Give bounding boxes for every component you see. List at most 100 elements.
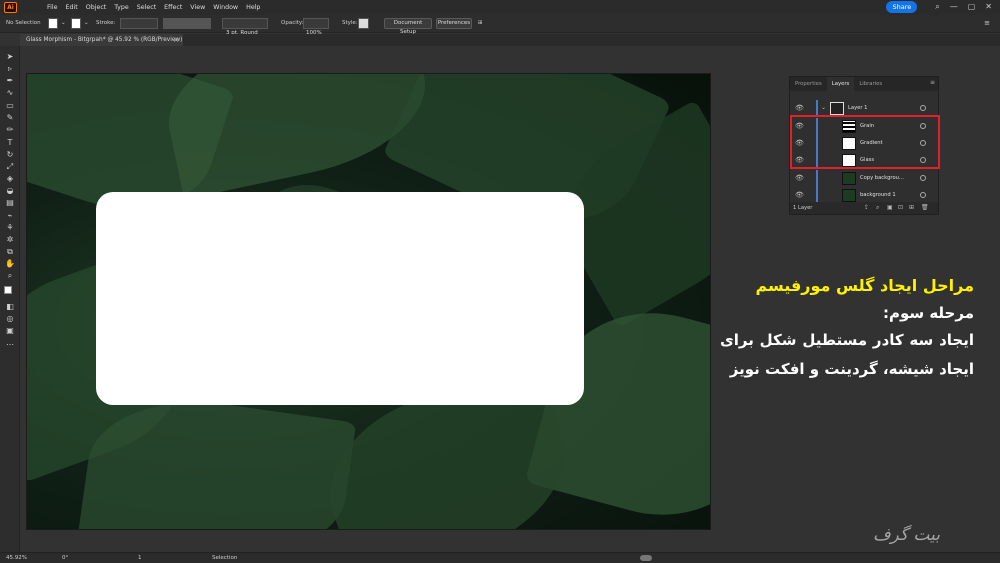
paintbrush-tool-icon[interactable]: ✎ (4, 113, 16, 123)
tab-properties[interactable]: Properties (790, 77, 827, 91)
preferences-button[interactable]: Preferences (436, 18, 472, 29)
layer-row-copy-background[interactable]: 👁 Copy backgrou... (790, 170, 938, 187)
visibility-eye-icon[interactable]: 👁 (795, 104, 804, 113)
symbol-sprayer-tool-icon[interactable]: ✲ (4, 235, 16, 245)
hand-tool-icon[interactable]: ✋ (4, 259, 16, 269)
menu-bar: Ai File Edit Object Type Select Effect V… (0, 0, 1000, 15)
new-layer-icon[interactable]: ⊞ (909, 204, 914, 212)
layer-thumbnail (830, 102, 844, 115)
watermark-logo: بیت گرف (872, 525, 940, 545)
stroke-weight-field[interactable] (120, 18, 158, 29)
visibility-eye-icon[interactable]: 👁 (795, 174, 804, 183)
delete-layer-icon[interactable]: 🗑 (921, 204, 929, 212)
shape-builder-tool-icon[interactable]: ◒ (4, 186, 16, 196)
menu-object[interactable]: Object (86, 4, 107, 11)
selection-tool-icon[interactable]: ➤ (4, 52, 16, 62)
curvature-tool-icon[interactable]: ∿ (4, 88, 16, 98)
stroke-dropdown-icon[interactable]: ⌄ (84, 19, 89, 28)
brush-definition[interactable]: 3 pt. Round (222, 18, 268, 36)
menubar-right: Share ⌕ — ▢ ✕ (886, 1, 992, 13)
menu-edit[interactable]: Edit (66, 4, 78, 11)
maximize-icon[interactable]: ▢ (968, 1, 976, 13)
arrange-icon[interactable]: ⊞ (478, 19, 483, 28)
artboard-tool-icon[interactable]: ⧉ (4, 247, 16, 257)
search-icon[interactable]: ⌕ (935, 1, 939, 13)
export-icon[interactable]: ⇪ (864, 204, 869, 212)
variable-width-profile[interactable] (163, 18, 211, 29)
rotate-tool-icon[interactable]: ↻ (4, 150, 16, 160)
clipping-mask-icon[interactable]: ▣ (887, 204, 893, 212)
share-button[interactable]: Share (886, 1, 918, 13)
tutorial-body: ایجاد سه کادر مستطیل شکل برای ایجاد شیشه… (720, 331, 974, 378)
rectangle-tool-icon[interactable]: ▭ (4, 101, 16, 111)
layers-highlight-box (790, 115, 940, 169)
layer-thumbnail (842, 172, 856, 185)
layer-count: 1 Layer (793, 205, 813, 211)
menu-select[interactable]: Select (137, 4, 156, 11)
menu-view[interactable]: View (190, 4, 205, 11)
tutorial-step: مرحله سوم: (882, 304, 974, 322)
layer-name: Layer 1 (848, 105, 868, 111)
menu-type[interactable]: Type (114, 4, 128, 11)
horizontal-scrollbar-thumb[interactable] (640, 555, 652, 561)
tutorial-caption: مراحل ایجاد گلس مورفیسم مرحله سوم: ایجاد… (720, 272, 974, 384)
type-tool-icon[interactable]: T (4, 138, 16, 148)
direct-selection-tool-icon[interactable]: ▹ (4, 64, 16, 74)
pen-tool-icon[interactable]: ✒ (4, 76, 16, 86)
more-tools-icon[interactable]: ⋯ (4, 340, 16, 350)
document-setup-button[interactable]: Document Setup (384, 18, 432, 35)
fill-swatch[interactable] (48, 18, 58, 29)
panel-menu-icon[interactable]: ≡ (984, 19, 990, 28)
target-circle-icon[interactable] (920, 175, 926, 181)
target-circle-icon[interactable] (920, 105, 926, 111)
fill-stroke-icon[interactable] (4, 286, 16, 296)
rotation-value[interactable]: 0° (62, 554, 68, 562)
tab-layers[interactable]: Layers (826, 77, 855, 91)
opacity-label: Opacity: (281, 20, 304, 26)
control-bar: No Selection ⌄ ⌄ Stroke: 3 pt. Round Opa… (0, 15, 1000, 36)
menu-file[interactable]: File (47, 4, 58, 11)
stroke-swatch[interactable] (71, 18, 81, 29)
eraser-tool-icon[interactable]: ◈ (4, 174, 16, 184)
zoom-tool-icon[interactable]: ⌕ (4, 271, 16, 281)
document-tab-bar: Glass Morphism - Bitgrpah* @ 45.92 % (RG… (20, 34, 1000, 46)
glass-rectangle[interactable] (96, 192, 584, 405)
opacity-field[interactable]: 100% (303, 18, 329, 36)
draw-mode-icon[interactable]: ◎ (4, 314, 16, 324)
minimize-icon[interactable]: — (950, 1, 958, 13)
scale-tool-icon[interactable]: ⤢ (4, 162, 16, 172)
close-icon[interactable]: ✕ (985, 1, 992, 13)
expand-chevron-icon[interactable]: ⌄ (821, 104, 826, 111)
style-swatch[interactable] (358, 18, 369, 29)
locate-object-icon[interactable]: ⌕ (876, 204, 879, 212)
close-tab-icon[interactable]: × (173, 34, 179, 46)
artboard-number[interactable]: 1 (138, 554, 142, 562)
status-bar: 45.92% 0° 1 Selection (0, 552, 1000, 563)
menu-effect[interactable]: Effect (164, 4, 182, 11)
layer-thumbnail (842, 189, 856, 202)
panel-menu-icon[interactable]: ≡ (930, 79, 935, 86)
layer-name: Copy backgrou... (860, 175, 904, 181)
layers-panel-footer: 1 Layer ⇪ ⌕ ▣ ⊡ ⊞ 🗑 (790, 202, 938, 214)
zoom-level[interactable]: 45.92% (6, 554, 27, 562)
target-circle-icon[interactable] (920, 192, 926, 198)
blend-tool-icon[interactable]: ⚘ (4, 223, 16, 233)
layer-color-bar (816, 170, 818, 187)
selection-status: No Selection (6, 20, 41, 26)
tab-libraries[interactable]: Libraries (854, 77, 887, 91)
eyedropper-tool-icon[interactable]: ⌁ (4, 211, 16, 221)
gradient-tool-icon[interactable]: ▤ (4, 198, 16, 208)
menu-help[interactable]: Help (246, 4, 260, 11)
menu-window[interactable]: Window (213, 4, 238, 11)
stroke-label: Stroke: (96, 20, 116, 26)
menu-items: File Edit Object Type Select Effect View… (47, 4, 268, 11)
new-sublayer-icon[interactable]: ⊡ (898, 204, 903, 212)
color-mode-icon[interactable]: ◧ (4, 302, 16, 312)
style-label: Style: (342, 20, 358, 26)
screen-mode-icon[interactable]: ▣ (4, 326, 16, 336)
visibility-eye-icon[interactable]: 👁 (795, 191, 804, 200)
fill-dropdown-icon[interactable]: ⌄ (61, 19, 66, 28)
pencil-tool-icon[interactable]: ✏ (4, 125, 16, 135)
artboard-monstera-background[interactable] (26, 73, 711, 530)
document-tab[interactable]: Glass Morphism - Bitgrpah* @ 45.92 % (RG… (20, 34, 183, 46)
